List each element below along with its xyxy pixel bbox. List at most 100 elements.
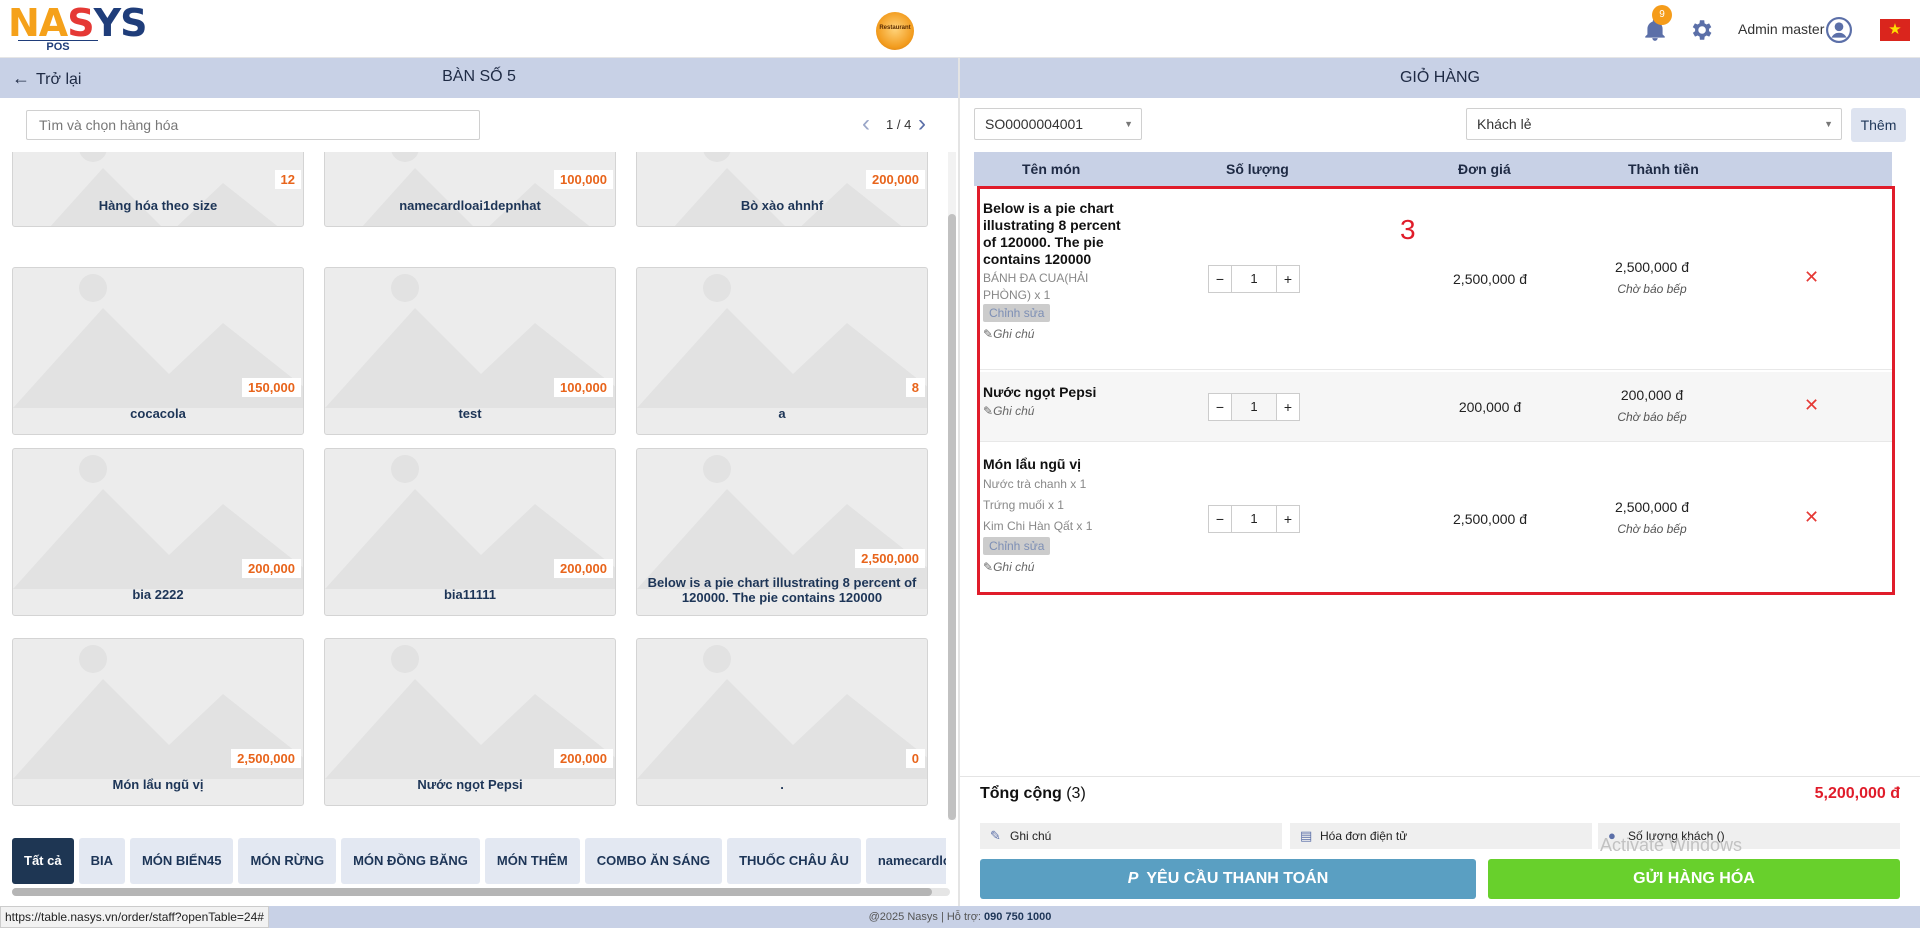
product-grid-scrollbar[interactable] — [948, 152, 956, 820]
scrollbar-thumb[interactable] — [948, 214, 956, 820]
product-name: Bò xào ahnhf — [740, 198, 824, 213]
request-payment-button[interactable]: P YÊU CẦU THANH TOÁN — [980, 859, 1476, 899]
cart-title: GIỎ HÀNG — [960, 58, 1920, 98]
windows-activation-watermark: Activate Windows — [1600, 835, 1743, 855]
product-name: Món lẩu ngũ vị — [112, 777, 204, 792]
product-card[interactable]: 100,000 test — [324, 267, 616, 435]
logo-wordmark: NASYS — [8, 1, 147, 45]
browser-status-url: https://table.nasys.vn/order/staff?openT… — [0, 906, 269, 928]
image-placeholder-icon — [637, 455, 927, 589]
product-price: 200,000 — [554, 749, 613, 768]
category-tab[interactable]: MÓN RỪNG — [238, 838, 337, 884]
category-scrollbar-thumb[interactable] — [12, 888, 932, 896]
top-bar: NASYS POS Restaurant 9 Admin master ★ — [0, 0, 1920, 58]
col-quantity: Số lượng — [1226, 161, 1289, 177]
category-tab[interactable]: MÓN BIỂN45 — [129, 838, 234, 884]
user-name[interactable]: Admin master — [1738, 21, 1824, 37]
product-price: 0 — [905, 749, 925, 768]
category-tab[interactable]: namecardloai1 — [865, 838, 946, 884]
highlight-box — [977, 186, 1895, 595]
annotation-number: 3 — [1400, 214, 1416, 245]
gear-icon[interactable] — [1688, 17, 1714, 43]
total-divider — [960, 776, 1920, 777]
chevron-left-icon[interactable]: ‹ — [862, 112, 870, 136]
total-label: Tổng cộng (3) — [980, 785, 1086, 802]
product-card[interactable]: 2,500,000 Món lẩu ngũ vị — [12, 638, 304, 806]
order-select[interactable]: SO0000004001 ▼ — [974, 108, 1142, 140]
product-price: 8 — [905, 378, 925, 397]
product-search-input[interactable] — [26, 110, 480, 140]
product-pager: ‹ 1 / 4 › — [862, 112, 932, 138]
logo-pos-label: POS — [18, 40, 98, 53]
total-amount: 5,200,000 đ — [1814, 785, 1900, 802]
vietnam-flag-icon[interactable]: ★ — [1880, 19, 1910, 41]
product-card[interactable]: 150,000 cocacola — [12, 267, 304, 435]
left-panel-header: ← Trở lại BÀN SỐ 5 — [0, 58, 958, 98]
product-card[interactable]: 12 Hàng hóa theo size — [12, 152, 304, 227]
product-price: 2,500,000 — [855, 549, 925, 568]
add-customer-button[interactable]: Thêm — [1851, 108, 1906, 142]
pencil-icon: ✎ — [990, 828, 1001, 843]
product-price: 2,500,000 — [231, 749, 301, 768]
image-placeholder-icon — [674, 152, 902, 226]
product-price: 12 — [274, 170, 301, 189]
product-card[interactable]: 200,000 Nước ngọt Pepsi — [324, 638, 616, 806]
panel-divider — [958, 58, 960, 906]
caret-down-icon: ▼ — [1824, 119, 1833, 129]
category-tab[interactable]: MÓN ĐỒNG BĂNG — [341, 838, 480, 884]
document-icon: ▤ — [1300, 828, 1313, 843]
product-card[interactable]: 8a — [636, 267, 928, 435]
product-name: Nước ngọt Pepsi — [417, 777, 523, 792]
product-name: Below is a pie chart illustrating 8 perc… — [647, 575, 917, 605]
image-placeholder-icon — [362, 152, 590, 226]
product-card[interactable]: 2,500,000 Below is a pie chart illustrati… — [636, 448, 928, 616]
product-price: 200,000 — [866, 170, 925, 189]
customer-select[interactable]: Khách lẻ ▼ — [1466, 108, 1842, 140]
order-note-button[interactable]: ✎ Ghi chú — [980, 823, 1282, 849]
user-avatar-icon[interactable] — [1826, 17, 1852, 43]
nasys-logo[interactable]: NASYS POS — [8, 4, 158, 54]
image-placeholder-icon — [637, 645, 927, 779]
cart-table-header: Tên món Số lượng Đơn giá Thành tiền — [974, 152, 1892, 186]
product-name: Hàng hóa theo size — [98, 198, 218, 213]
notification-badge: 9 — [1652, 5, 1672, 25]
table-title: BÀN SỐ 5 — [442, 68, 516, 85]
restaurant-logo: Restaurant — [876, 12, 914, 50]
paypal-icon: P — [1127, 870, 1139, 887]
category-tab[interactable]: BIA — [78, 838, 125, 884]
category-bar: Tất cả BIA MÓN BIỂN45 MÓN RỪNG MÓN ĐỒNG BĂNG… — [12, 838, 946, 884]
page-indicator: 1 / 4 — [886, 117, 912, 132]
product-name: test — [458, 406, 482, 421]
caret-down-icon: ▼ — [1124, 119, 1133, 129]
category-tab[interactable]: MÓN THÊM — [484, 838, 580, 884]
category-tab[interactable]: Tất cả — [12, 838, 74, 884]
footer: @2025 Nasys | Hỗ trợ: 090 750 1000 — [0, 906, 1920, 928]
product-card[interactable]: 200,000 bia11111 — [324, 448, 616, 616]
product-card[interactable]: 0. — [636, 638, 928, 806]
product-card[interactable]: 100,000 namecardloai1depnhat — [324, 152, 616, 227]
col-item-name: Tên món — [1022, 161, 1081, 177]
col-line-total: Thành tiền — [1628, 161, 1699, 177]
image-placeholder-icon — [50, 152, 278, 226]
product-name: namecardloai1depnhat — [399, 198, 541, 213]
product-name: cocacola — [130, 406, 186, 421]
product-price: 200,000 — [554, 559, 613, 578]
product-price: 200,000 — [242, 559, 301, 578]
product-grid: 12 Hàng hóa theo size 100,000 namecardloai1… — [0, 152, 958, 820]
chevron-right-icon[interactable]: › — [918, 112, 926, 136]
product-name: a — [778, 406, 786, 421]
product-name: bia 2222 — [132, 587, 184, 602]
product-name: . — [780, 777, 784, 792]
send-order-button[interactable]: GỬI HÀNG HÓA — [1488, 859, 1900, 899]
category-scrollbar[interactable] — [12, 888, 950, 896]
product-card[interactable]: 200,000 bia 2222 — [12, 448, 304, 616]
einvoice-button[interactable]: ▤ Hóa đơn điện tử — [1290, 823, 1592, 849]
product-name: bia11111 — [443, 587, 497, 602]
product-price: 150,000 — [242, 378, 301, 397]
col-unit-price: Đơn giá — [1458, 161, 1511, 177]
category-tab[interactable]: THUỐC CHÂU ÂU — [727, 838, 861, 884]
product-price: 100,000 — [554, 378, 613, 397]
product-card[interactable]: 200,000 Bò xào ahnhf — [636, 152, 928, 227]
category-tab[interactable]: COMBO ĂN SÁNG — [584, 838, 723, 884]
image-placeholder-icon — [637, 274, 927, 408]
